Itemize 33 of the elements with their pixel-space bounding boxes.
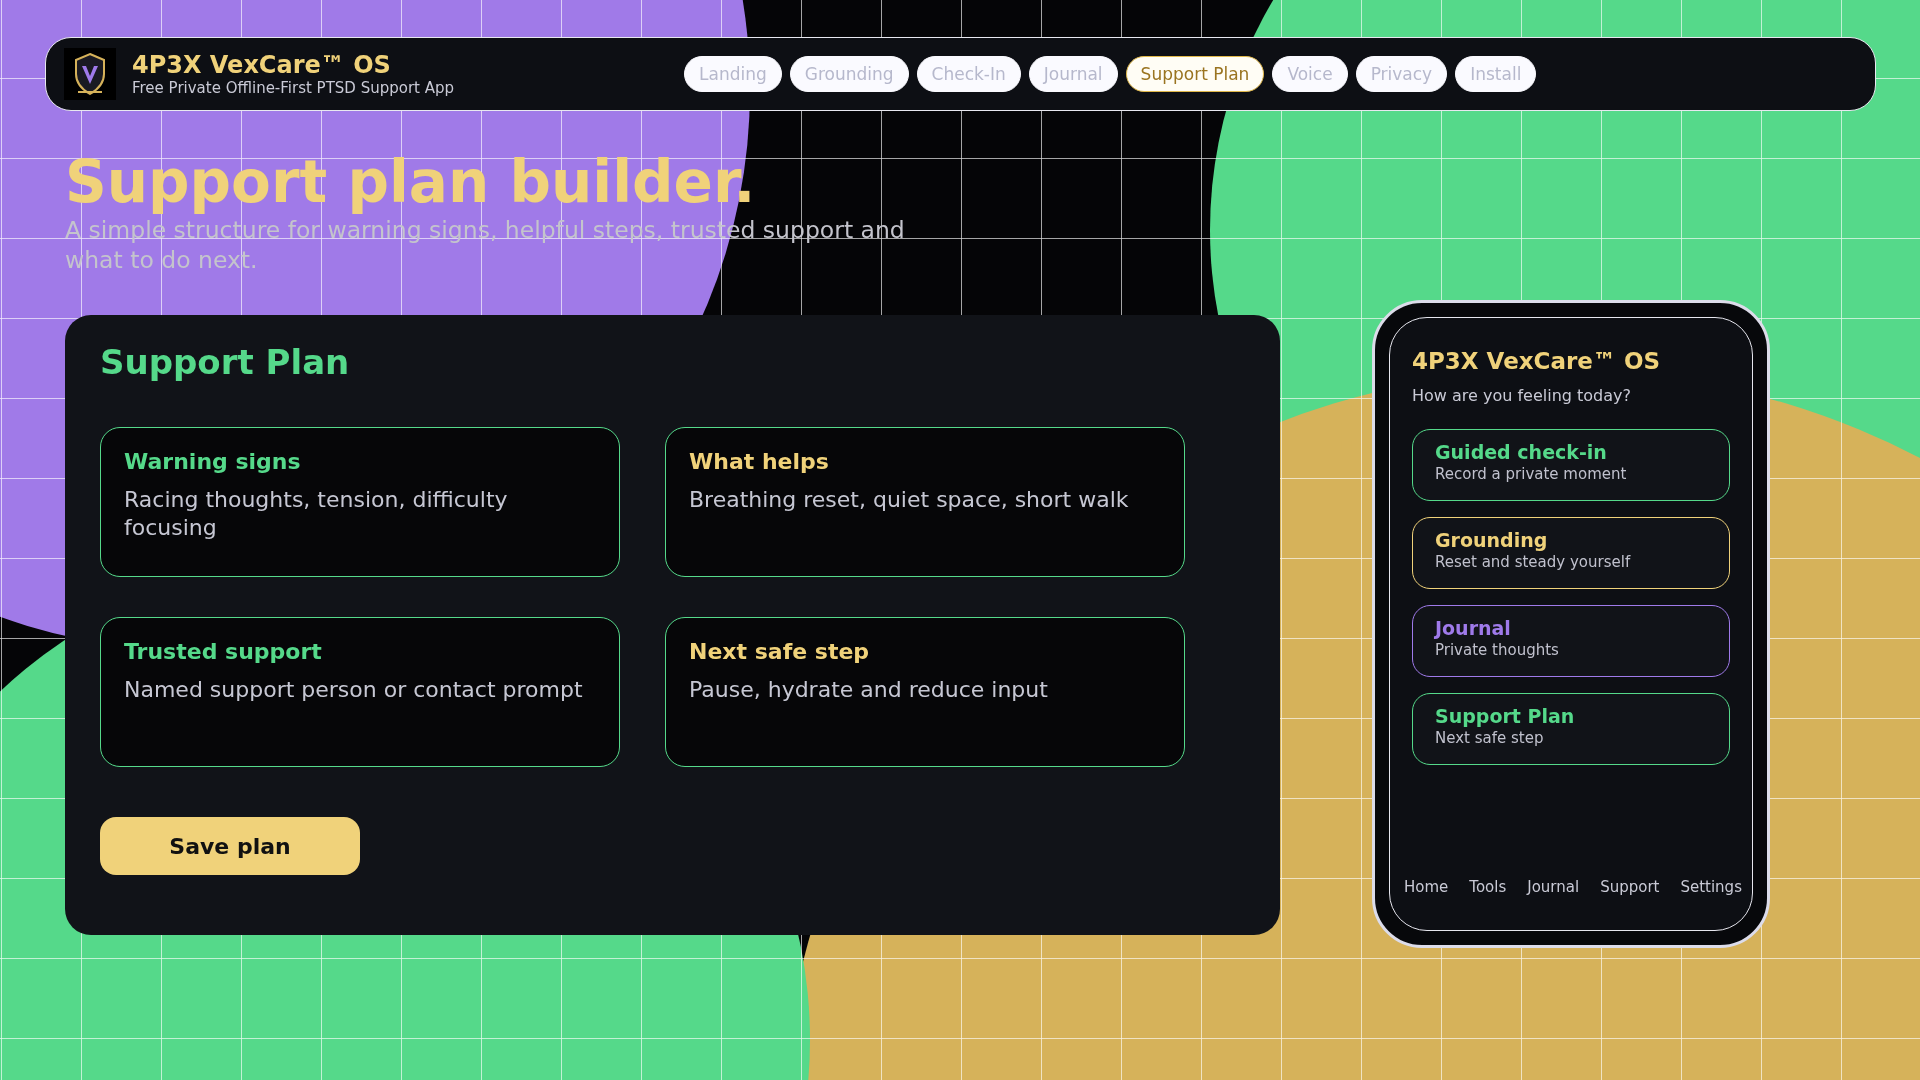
- app-tagline: Free Private Offline-First PTSD Support App: [132, 79, 455, 97]
- phone-tile[interactable]: Journal Private thoughts: [1412, 605, 1730, 677]
- tile-subtitle: Record a private moment: [1435, 464, 1628, 484]
- phone-tab[interactable]: Journal: [1527, 878, 1580, 896]
- app-name: 4P3X VexCare™ OS: [132, 51, 392, 79]
- phone-tab[interactable]: Tools: [1469, 878, 1507, 896]
- phone-tab[interactable]: Support: [1600, 878, 1660, 896]
- logo-icon: [64, 48, 116, 100]
- nav-tab[interactable]: Support Plan: [1125, 56, 1265, 92]
- section-text: Racing thoughts, tension, difficulty focusing: [124, 486, 509, 542]
- section-text: Breathing reset, quiet space, short walk: [689, 486, 1130, 514]
- tile-subtitle: Reset and steady yourself: [1435, 552, 1632, 572]
- section-title: Trusted support: [124, 638, 322, 666]
- tile-title: Support Plan: [1435, 704, 1575, 728]
- phone-tab[interactable]: Home: [1404, 878, 1449, 896]
- tile-title: Grounding: [1435, 528, 1548, 552]
- tile-title: Guided check-in: [1435, 440, 1607, 464]
- phone-tile[interactable]: Support Plan Next safe step: [1412, 693, 1730, 765]
- phone-prompt: How are you feeling today?: [1412, 386, 1631, 405]
- section-text: Named support person or contact prompt: [124, 676, 584, 704]
- section-title: What helps: [689, 448, 829, 476]
- card-title: Support Plan: [100, 341, 350, 383]
- tile-subtitle: Private thoughts: [1435, 640, 1560, 660]
- tile-title: Journal: [1435, 616, 1511, 640]
- section-title: Next safe step: [689, 638, 870, 666]
- section-text: Pause, hydrate and reduce input: [689, 676, 1049, 704]
- tile-subtitle: Next safe step: [1435, 728, 1545, 748]
- section-title: Warning signs: [124, 448, 301, 476]
- phone-tab[interactable]: Settings: [1680, 878, 1742, 896]
- phone-tile[interactable]: Guided check-in Record a private moment: [1412, 429, 1730, 501]
- phone-app-name: 4P3X VexCare™ OS: [1412, 347, 1661, 376]
- phone-tile[interactable]: Grounding Reset and steady yourself: [1412, 517, 1730, 589]
- save-button[interactable]: Save plan: [100, 817, 360, 875]
